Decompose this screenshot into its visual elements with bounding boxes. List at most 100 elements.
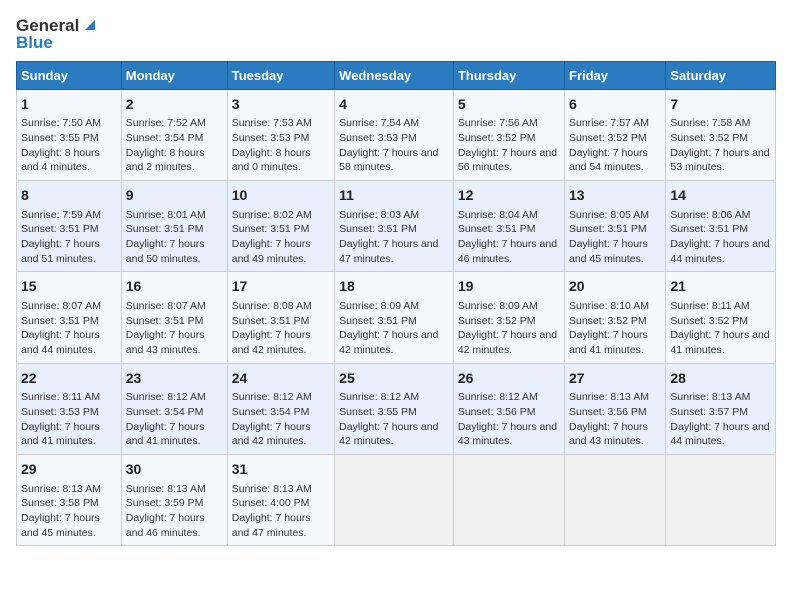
day-number: 9 [126, 186, 223, 206]
header: General Blue [16, 16, 776, 53]
sunset-text: Sunset: 3:52 PM [458, 315, 536, 327]
calendar-cell: 7Sunrise: 7:58 AMSunset: 3:52 PMDaylight… [666, 89, 776, 180]
column-header-thursday: Thursday [453, 61, 564, 89]
calendar-cell: 14Sunrise: 8:06 AMSunset: 3:51 PMDayligh… [666, 181, 776, 272]
sunrise-text: Sunrise: 7:58 AM [670, 117, 750, 129]
daylight-text: Daylight: 7 hours and 41 minutes. [569, 329, 648, 356]
calendar-cell: 4Sunrise: 7:54 AMSunset: 3:53 PMDaylight… [335, 89, 454, 180]
calendar-cell [335, 455, 454, 546]
column-header-monday: Monday [121, 61, 227, 89]
day-number: 1 [21, 95, 117, 115]
week-row-4: 22Sunrise: 8:11 AMSunset: 3:53 PMDayligh… [17, 363, 776, 454]
calendar-cell: 20Sunrise: 8:10 AMSunset: 3:52 PMDayligh… [565, 272, 666, 363]
sunset-text: Sunset: 3:54 PM [126, 132, 204, 144]
calendar-cell: 18Sunrise: 8:09 AMSunset: 3:51 PMDayligh… [335, 272, 454, 363]
sunset-text: Sunset: 3:51 PM [670, 223, 748, 235]
sunrise-text: Sunrise: 8:07 AM [126, 300, 206, 312]
calendar-cell: 2Sunrise: 7:52 AMSunset: 3:54 PMDaylight… [121, 89, 227, 180]
calendar-cell: 24Sunrise: 8:12 AMSunset: 3:54 PMDayligh… [227, 363, 334, 454]
daylight-text: Daylight: 7 hours and 42 minutes. [232, 329, 311, 356]
sunrise-text: Sunrise: 8:07 AM [21, 300, 101, 312]
daylight-text: Daylight: 7 hours and 46 minutes. [126, 512, 205, 539]
calendar-cell: 30Sunrise: 8:13 AMSunset: 3:59 PMDayligh… [121, 455, 227, 546]
sunset-text: Sunset: 3:54 PM [126, 406, 204, 418]
daylight-text: Daylight: 7 hours and 42 minutes. [458, 329, 557, 356]
sunrise-text: Sunrise: 8:12 AM [339, 391, 419, 403]
sunrise-text: Sunrise: 7:57 AM [569, 117, 649, 129]
week-row-1: 1Sunrise: 7:50 AMSunset: 3:55 PMDaylight… [17, 89, 776, 180]
calendar-cell: 29Sunrise: 8:13 AMSunset: 3:58 PMDayligh… [17, 455, 122, 546]
sunset-text: Sunset: 3:57 PM [670, 406, 748, 418]
sunset-text: Sunset: 3:55 PM [339, 406, 417, 418]
sunset-text: Sunset: 3:56 PM [569, 406, 647, 418]
calendar-cell: 23Sunrise: 8:12 AMSunset: 3:54 PMDayligh… [121, 363, 227, 454]
calendar-cell: 22Sunrise: 8:11 AMSunset: 3:53 PMDayligh… [17, 363, 122, 454]
sunset-text: Sunset: 3:58 PM [21, 497, 99, 509]
column-header-saturday: Saturday [666, 61, 776, 89]
day-number: 15 [21, 277, 117, 297]
sunrise-text: Sunrise: 7:53 AM [232, 117, 312, 129]
logo-triangle-icon [81, 16, 101, 36]
calendar-cell: 1Sunrise: 7:50 AMSunset: 3:55 PMDaylight… [17, 89, 122, 180]
sunrise-text: Sunrise: 8:08 AM [232, 300, 312, 312]
day-number: 2 [126, 95, 223, 115]
daylight-text: Daylight: 7 hours and 45 minutes. [569, 238, 648, 265]
daylight-text: Daylight: 7 hours and 41 minutes. [21, 421, 100, 448]
sunrise-text: Sunrise: 8:13 AM [126, 483, 206, 495]
sunset-text: Sunset: 3:54 PM [232, 406, 310, 418]
day-number: 23 [126, 369, 223, 389]
day-number: 31 [232, 460, 330, 480]
daylight-text: Daylight: 7 hours and 47 minutes. [339, 238, 438, 265]
sunset-text: Sunset: 3:51 PM [232, 315, 310, 327]
sunrise-text: Sunrise: 8:09 AM [339, 300, 419, 312]
sunset-text: Sunset: 4:00 PM [232, 497, 310, 509]
day-number: 28 [670, 369, 771, 389]
calendar-cell: 13Sunrise: 8:05 AMSunset: 3:51 PMDayligh… [565, 181, 666, 272]
sunset-text: Sunset: 3:51 PM [21, 315, 99, 327]
sunrise-text: Sunrise: 8:04 AM [458, 209, 538, 221]
day-number: 22 [21, 369, 117, 389]
sunset-text: Sunset: 3:52 PM [569, 315, 647, 327]
calendar-cell: 31Sunrise: 8:13 AMSunset: 4:00 PMDayligh… [227, 455, 334, 546]
daylight-text: Daylight: 7 hours and 43 minutes. [569, 421, 648, 448]
sunrise-text: Sunrise: 8:03 AM [339, 209, 419, 221]
daylight-text: Daylight: 7 hours and 54 minutes. [569, 147, 648, 174]
week-row-5: 29 Sunrise: 8:13 AM Sunset: 3:58 PM Dayligh… [17, 455, 776, 546]
day-number: 24 [232, 369, 330, 389]
logo-blue: Blue [16, 34, 53, 53]
daylight-text: Daylight: 8 hours and 0 minutes. [232, 147, 311, 174]
calendar-cell: 25Sunrise: 8:12 AMSunset: 3:55 PMDayligh… [335, 363, 454, 454]
week-row-3: 15 Sunrise: 8:07 AM Sunset: 3:51 PM Dayligh… [17, 272, 776, 363]
daylight-text: Daylight: 7 hours and 41 minutes. [670, 329, 769, 356]
calendar-cell: 3Sunrise: 7:53 AMSunset: 3:53 PMDaylight… [227, 89, 334, 180]
calendar-cell [453, 455, 564, 546]
sunset-text: Sunset: 3:53 PM [339, 132, 417, 144]
calendar-cell: 28Sunrise: 8:13 AMSunset: 3:57 PMDayligh… [666, 363, 776, 454]
calendar-cell: 8Sunrise: 7:59 AMSunset: 3:51 PMDaylight… [17, 181, 122, 272]
day-number: 29 [21, 460, 117, 480]
sunset-text: Sunset: 3:53 PM [232, 132, 310, 144]
calendar-cell: 11Sunrise: 8:03 AMSunset: 3:51 PMDayligh… [335, 181, 454, 272]
sunset-text: Sunset: 3:51 PM [126, 315, 204, 327]
daylight-text: Daylight: 7 hours and 45 minutes. [21, 512, 100, 539]
sunset-text: Sunset: 3:52 PM [458, 132, 536, 144]
day-number: 7 [670, 95, 771, 115]
daylight-text: Daylight: 7 hours and 46 minutes. [458, 238, 557, 265]
sunrise-text: Sunrise: 8:12 AM [126, 391, 206, 403]
sunrise-text: Sunrise: 8:11 AM [21, 391, 100, 403]
sunset-text: Sunset: 3:55 PM [21, 132, 99, 144]
calendar-cell: 10Sunrise: 8:02 AMSunset: 3:51 PMDayligh… [227, 181, 334, 272]
calendar-cell: 5Sunrise: 7:56 AMSunset: 3:52 PMDaylight… [453, 89, 564, 180]
day-number: 26 [458, 369, 560, 389]
day-number: 25 [339, 369, 449, 389]
sunrise-text: Sunrise: 7:54 AM [339, 117, 419, 129]
day-number: 6 [569, 95, 661, 115]
sunrise-text: Sunrise: 8:10 AM [569, 300, 649, 312]
daylight-text: Daylight: 7 hours and 49 minutes. [232, 238, 311, 265]
calendar-cell: 15Sunrise: 8:07 AMSunset: 3:51 PMDayligh… [17, 272, 122, 363]
sunrise-text: Sunrise: 8:13 AM [569, 391, 649, 403]
logo: General Blue [16, 16, 101, 53]
day-number: 19 [458, 277, 560, 297]
day-number: 5 [458, 95, 560, 115]
calendar-cell [565, 455, 666, 546]
